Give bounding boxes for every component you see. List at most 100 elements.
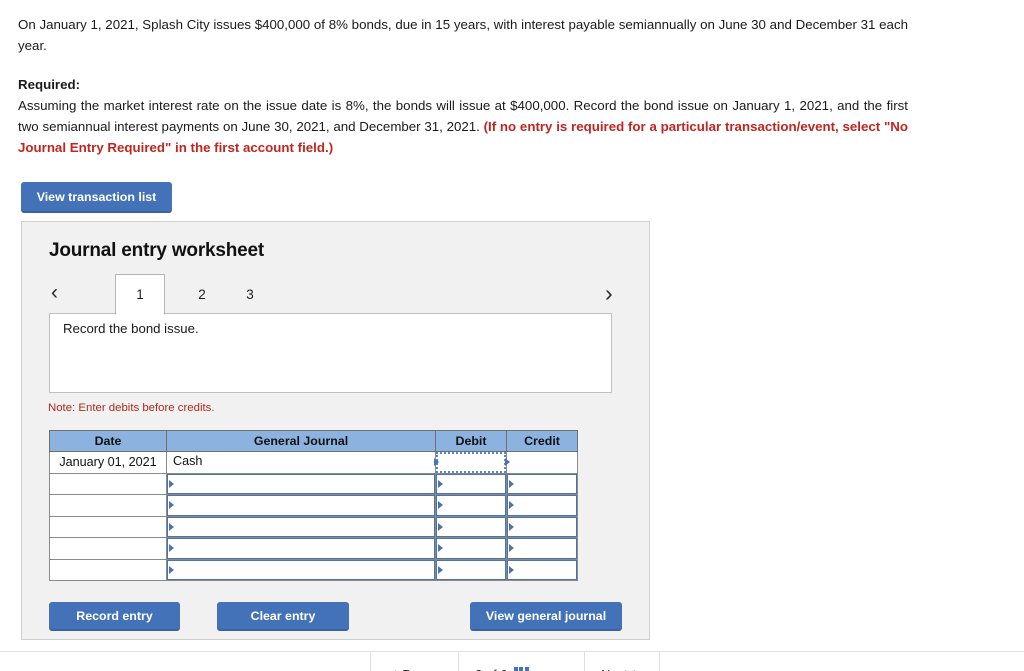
debit-cell-row-4[interactable] [435, 515, 507, 538]
debits-before-credits-note: Note: Enter debits before credits. [48, 402, 215, 414]
credit-input-row-3[interactable] [507, 495, 577, 516]
transaction-description-box: Record the bond issue. [49, 313, 612, 393]
date-value-row-1: January 01, 2021 [59, 455, 157, 470]
dropdown-arrow-icon [438, 522, 443, 531]
journal-table-header-row: Date General Journal Debit Credit [49, 430, 578, 452]
dropdown-arrow-icon [169, 522, 174, 531]
dropdown-arrow-icon [509, 479, 514, 488]
credit-cell-row-1[interactable] [506, 451, 578, 474]
account-input-row-5[interactable] [167, 538, 435, 559]
record-entry-button[interactable]: Record entry [49, 602, 180, 631]
page-count-indicator[interactable]: 2 of 6 [458, 652, 545, 671]
account-input-row-6[interactable] [167, 559, 435, 580]
column-header-debit: Debit [435, 430, 507, 452]
debit-cell-row-3[interactable] [435, 494, 507, 517]
date-cell-row-1[interactable]: January 01, 2021 [49, 451, 167, 474]
dropdown-arrow-icon [169, 501, 174, 510]
worksheet-tabstrip: ‹ 1 2 3 › [22, 274, 651, 315]
account-input-row-3[interactable] [167, 495, 435, 516]
column-header-date: Date [49, 430, 167, 452]
table-row [49, 515, 578, 538]
credit-input-row-6[interactable] [507, 559, 577, 580]
next-label: Next [601, 667, 628, 671]
date-cell-row-4[interactable] [49, 515, 167, 538]
dropdown-arrow-icon [438, 544, 443, 553]
view-general-journal-button[interactable]: View general journal [470, 602, 622, 631]
account-value-row-1: Cash [173, 454, 203, 468]
transaction-description-text: Record the bond issue. [63, 321, 199, 336]
table-row: January 01, 2021 Cash [49, 451, 578, 474]
account-cell-row-1[interactable]: Cash [166, 451, 439, 474]
problem-intro: On January 1, 2021, Splash City issues $… [18, 17, 908, 53]
clear-entry-button[interactable]: Clear entry [217, 602, 349, 631]
worksheet-action-bar: Record entry Clear entry View general jo… [22, 602, 651, 634]
credit-input-row-5[interactable] [507, 538, 577, 559]
credit-input-row-2[interactable] [507, 473, 577, 494]
credit-input-row-4[interactable] [507, 516, 577, 537]
debit-cell-row-5[interactable] [435, 537, 507, 560]
date-cell-row-3[interactable] [49, 494, 167, 517]
account-cell-row-6[interactable] [166, 558, 436, 581]
credit-cell-row-6[interactable] [506, 558, 578, 581]
prev-label: Prev [402, 667, 429, 671]
account-cell-row-2[interactable] [166, 472, 436, 495]
dropdown-arrow-icon [509, 565, 514, 574]
bottom-pagination-bar: ◀ Prev 2 of 6 Next ▶ [0, 651, 1024, 671]
page-count-label: 2 of 6 [475, 667, 508, 671]
prev-page-button[interactable]: ◀ Prev [370, 652, 445, 671]
account-cell-row-3[interactable] [166, 494, 436, 517]
previous-tab-arrow-icon[interactable]: ‹ [51, 282, 58, 304]
date-cell-row-2[interactable] [49, 472, 167, 495]
account-input-row-1[interactable]: Cash [167, 452, 435, 473]
column-header-general-journal: General Journal [166, 430, 436, 452]
worksheet-tab-3[interactable]: 3 [225, 274, 275, 314]
account-input-row-4[interactable] [167, 516, 435, 537]
dropdown-arrow-icon [434, 458, 439, 467]
problem-statement: On January 1, 2021, Splash City issues $… [18, 14, 908, 158]
table-row [49, 558, 578, 581]
dropdown-arrow-icon [509, 522, 514, 531]
account-cell-row-4[interactable] [166, 515, 436, 538]
credit-cell-row-4[interactable] [506, 515, 578, 538]
dropdown-arrow-icon [505, 458, 510, 467]
view-transaction-list-button[interactable]: View transaction list [21, 182, 172, 213]
debit-input-row-4[interactable] [436, 516, 506, 537]
dropdown-arrow-icon [509, 544, 514, 553]
dropdown-arrow-icon [169, 565, 174, 574]
journal-entry-table: Date General Journal Debit Credit Januar… [49, 430, 578, 581]
next-tab-arrow-icon[interactable]: › [605, 282, 613, 305]
table-row [49, 537, 578, 560]
debit-cell-row-6[interactable] [435, 558, 507, 581]
next-page-button[interactable]: Next ▶ [584, 652, 660, 671]
debit-input-row-1[interactable] [436, 452, 506, 473]
dropdown-arrow-icon [438, 479, 443, 488]
credit-input-row-1[interactable] [507, 452, 577, 473]
credit-cell-row-5[interactable] [506, 537, 578, 560]
pagination-inner: ◀ Prev 2 of 6 Next ▶ [0, 652, 1024, 671]
debit-cell-row-1[interactable] [435, 451, 510, 474]
grid-view-icon[interactable] [513, 666, 529, 671]
credit-cell-row-3[interactable] [506, 494, 578, 517]
next-caret-icon: ▶ [634, 667, 643, 671]
prev-caret-icon: ◀ [387, 667, 396, 671]
dropdown-arrow-icon [438, 565, 443, 574]
credit-cell-row-2[interactable] [506, 472, 578, 495]
debit-input-row-5[interactable] [436, 538, 506, 559]
table-row [49, 494, 578, 517]
account-cell-row-5[interactable] [166, 537, 436, 560]
worksheet-tab-2[interactable]: 2 [177, 274, 227, 314]
page-root: On January 1, 2021, Splash City issues $… [0, 0, 1024, 671]
worksheet-title: Journal entry worksheet [49, 240, 265, 261]
table-row [49, 472, 578, 495]
date-cell-row-5[interactable] [49, 537, 167, 560]
required-block: Required: Assuming the market interest ra… [18, 74, 908, 158]
worksheet-tab-1[interactable]: 1 [115, 274, 165, 315]
debit-cell-row-2[interactable] [435, 472, 507, 495]
dropdown-arrow-icon [509, 501, 514, 510]
debit-input-row-3[interactable] [436, 495, 506, 516]
debit-input-row-2[interactable] [436, 473, 506, 494]
account-input-row-2[interactable] [167, 473, 435, 494]
debit-input-row-6[interactable] [436, 559, 506, 580]
dropdown-arrow-icon [169, 544, 174, 553]
date-cell-row-6[interactable] [49, 558, 167, 581]
